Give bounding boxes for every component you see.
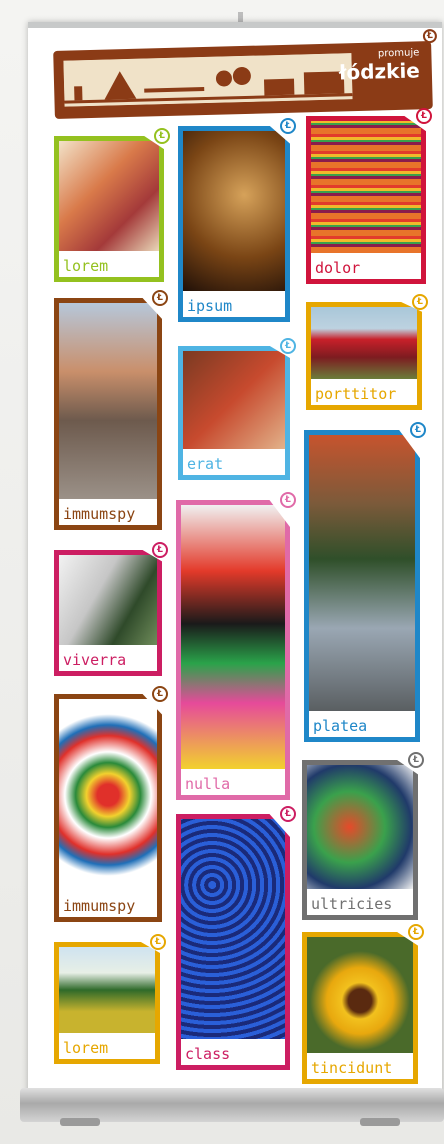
skyline-illustration: [63, 53, 353, 107]
tile-label: immumspy: [63, 897, 136, 915]
tile-label: erat: [187, 455, 224, 473]
tile-badge-icon: Ł: [280, 806, 296, 822]
tile-card: immumspy: [54, 298, 162, 530]
tile-badge-icon: Ł: [150, 934, 166, 950]
tile-label: lorem: [63, 1039, 109, 1057]
tile-photo: [59, 303, 157, 499]
tile-card: tincidunt: [302, 932, 418, 1084]
tile-photo: [59, 699, 157, 891]
tile-label: ultricies: [311, 895, 393, 913]
tile-photo: [183, 351, 285, 449]
tile-card: lorem: [54, 136, 164, 282]
tile-badge-icon: Ł: [280, 118, 296, 134]
banner-foot: [60, 1118, 100, 1126]
tile-card: class: [176, 814, 290, 1070]
tile-label: class: [185, 1045, 231, 1063]
tile-card: porttitor: [306, 302, 422, 410]
tile-badge-icon: Ł: [280, 338, 296, 354]
tile-photo: [59, 141, 159, 251]
tile-card: viverra: [54, 550, 162, 676]
tile-badge-icon: Ł: [280, 492, 296, 508]
tile-label: ipsum: [187, 297, 233, 315]
tile-badge-icon: Ł: [408, 752, 424, 768]
tile-label: viverra: [63, 651, 127, 669]
tile-label: porttitor: [315, 385, 397, 403]
tile-card: dolor: [306, 116, 426, 284]
brand-name: łódzkie: [338, 58, 421, 85]
tile-photo: [311, 121, 421, 253]
tile-card: ipsum: [178, 126, 290, 322]
tile-photo: [307, 765, 413, 889]
tile-photo: [311, 307, 417, 379]
tile-label: immumspy: [63, 505, 136, 523]
tile-photo: [181, 819, 285, 1039]
tile-label: tincidunt: [311, 1059, 393, 1077]
tile-card: platea: [304, 430, 420, 742]
tile-badge-icon: Ł: [152, 290, 168, 306]
tile-photo: [307, 937, 413, 1053]
tile-photo: [59, 947, 155, 1033]
tile-label: dolor: [315, 259, 361, 277]
tile-card: ultricies: [302, 760, 418, 920]
tile-badge-icon: Ł: [152, 686, 168, 702]
banner-header: promuje łódzkie Ł: [53, 28, 438, 119]
tile-label: nulla: [185, 775, 231, 793]
skyline-icon: [63, 53, 353, 107]
tile-label: lorem: [63, 257, 109, 275]
tile-badge-icon: Ł: [152, 542, 168, 558]
tile-badge-icon: Ł: [416, 108, 432, 124]
tile-card: nulla: [176, 500, 290, 800]
tile-badge-icon: Ł: [408, 924, 424, 940]
banner-base: [20, 1088, 444, 1122]
brand-logo: promuje łódzkie: [338, 47, 420, 84]
tile-photo: [183, 131, 285, 291]
tile-badge-icon: Ł: [410, 422, 426, 438]
tile-card: lorem: [54, 942, 160, 1064]
tile-photo: [309, 435, 415, 711]
tile-photo: [181, 505, 285, 769]
tile-photo: [59, 555, 157, 645]
banner-foot: [360, 1118, 400, 1126]
tile-card: immumspy: [54, 694, 162, 922]
tile-badge-icon: Ł: [154, 128, 170, 144]
tile-badge-icon: Ł: [412, 294, 428, 310]
tile-label: platea: [313, 717, 368, 735]
tile-card: erat: [178, 346, 290, 480]
